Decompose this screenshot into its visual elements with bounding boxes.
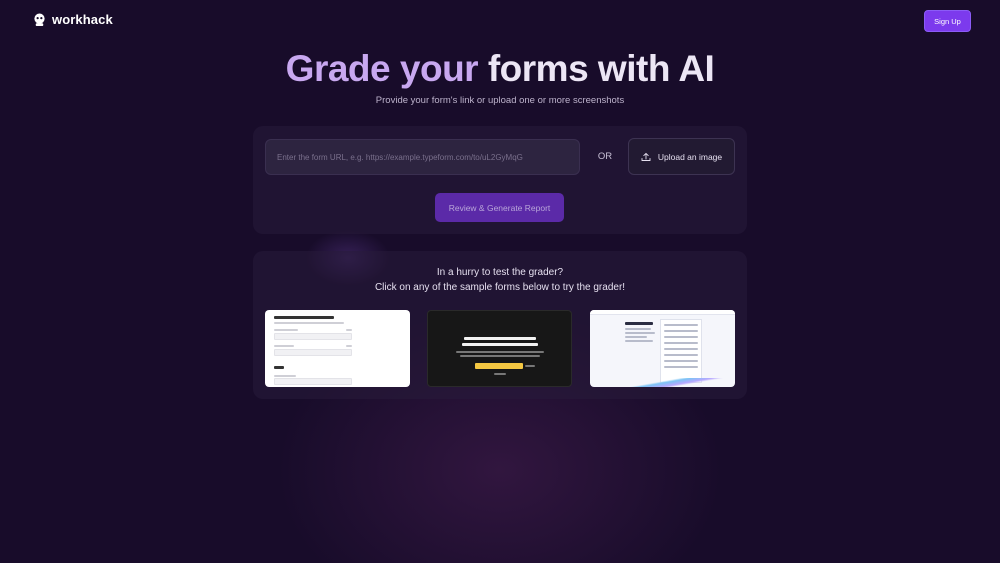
sample-form-2-cta xyxy=(475,363,523,369)
upload-icon xyxy=(641,152,651,161)
logo[interactable]: workhack xyxy=(33,12,113,27)
sample-form-1[interactable] xyxy=(265,310,410,387)
upload-image-label: Upload an image xyxy=(657,151,723,162)
sign-up-button[interactable]: Sign Up xyxy=(924,10,971,32)
samples-prompt-line-1: In a hurry to test the grader? xyxy=(436,267,564,278)
logo-text: workhack xyxy=(52,12,113,27)
page-subtitle: Provide your form's link or upload one o… xyxy=(375,95,625,106)
review-generate-report-button[interactable]: Review & Generate Report xyxy=(435,193,564,222)
title-part-2: forms with AI xyxy=(487,48,715,89)
workhack-logo-icon xyxy=(34,13,45,26)
sample-form-2-heading-line xyxy=(464,337,536,340)
sample-form-3-heading-line xyxy=(625,322,653,325)
upload-image-button[interactable]: Upload an image xyxy=(628,138,735,175)
form-url-input[interactable] xyxy=(265,139,580,175)
samples-prompt-line-2: Click on any of the sample forms below t… xyxy=(374,282,626,293)
sample-form-3[interactable] xyxy=(590,310,735,387)
top-nav: workhack Sign Up xyxy=(0,0,1000,42)
sample-form-1-heading-line xyxy=(274,316,334,319)
or-separator: OR xyxy=(597,151,613,162)
sample-form-2[interactable] xyxy=(427,310,572,387)
title-part-1: Grade your xyxy=(285,48,479,89)
page-title: Grade your forms with AI xyxy=(0,47,1000,91)
sample-form-3-panel xyxy=(660,319,702,383)
